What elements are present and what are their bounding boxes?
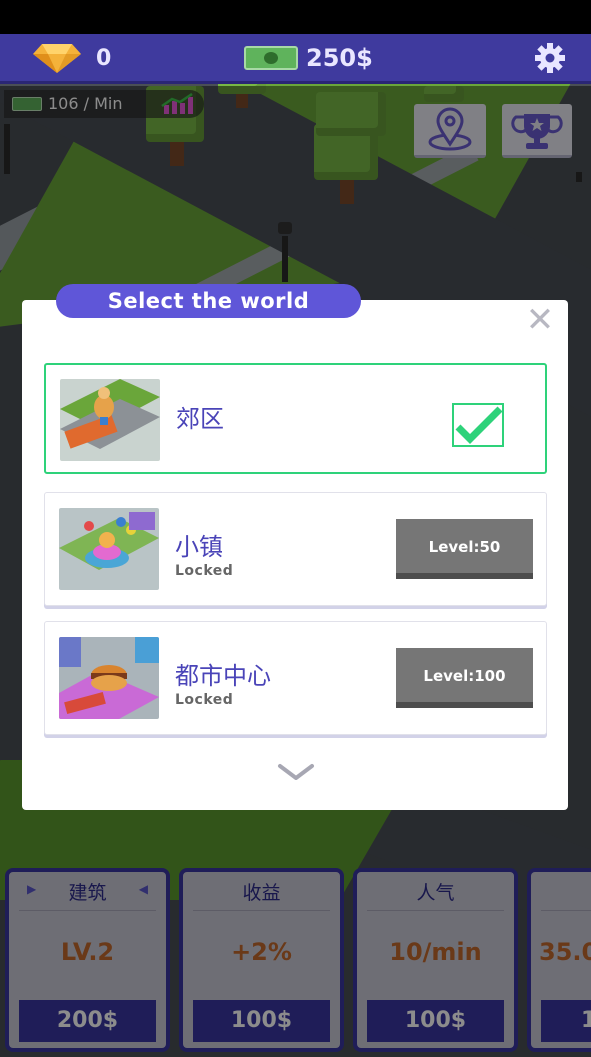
dialog-title: Select the world [56,284,361,318]
gem-icon [33,44,81,73]
checkmark-icon [455,406,503,444]
status-bar [0,0,591,34]
close-icon[interactable]: ✕ [522,303,558,337]
cash-icon [244,46,298,70]
world-status: Locked [175,563,234,579]
unlock-level-button[interactable]: Level:100 [396,648,533,708]
chevron-down-icon[interactable] [276,760,316,784]
unlock-level-button[interactable]: Level:50 [396,519,533,579]
world-status: Locked [175,692,234,708]
top-bar: 0 250$ [0,0,591,86]
world-card-city-center[interactable]: 都市中心 Locked Level:100 [44,621,547,735]
gear-icon[interactable] [534,42,566,74]
world-thumbnail [59,637,159,719]
cash-count: 250$ [306,44,373,72]
world-name: 小镇 [175,533,223,561]
world-name: 都市中心 [175,662,271,690]
world-thumbnail [59,508,159,590]
gem-count: 0 [96,46,112,71]
world-thumbnail [60,379,160,461]
world-name: 郊区 [176,405,224,433]
selected-checkbox [452,403,504,447]
world-card-town[interactable]: 小镇 Locked Level:50 [44,492,547,606]
world-card-suburb[interactable]: 郊区 [44,363,547,474]
